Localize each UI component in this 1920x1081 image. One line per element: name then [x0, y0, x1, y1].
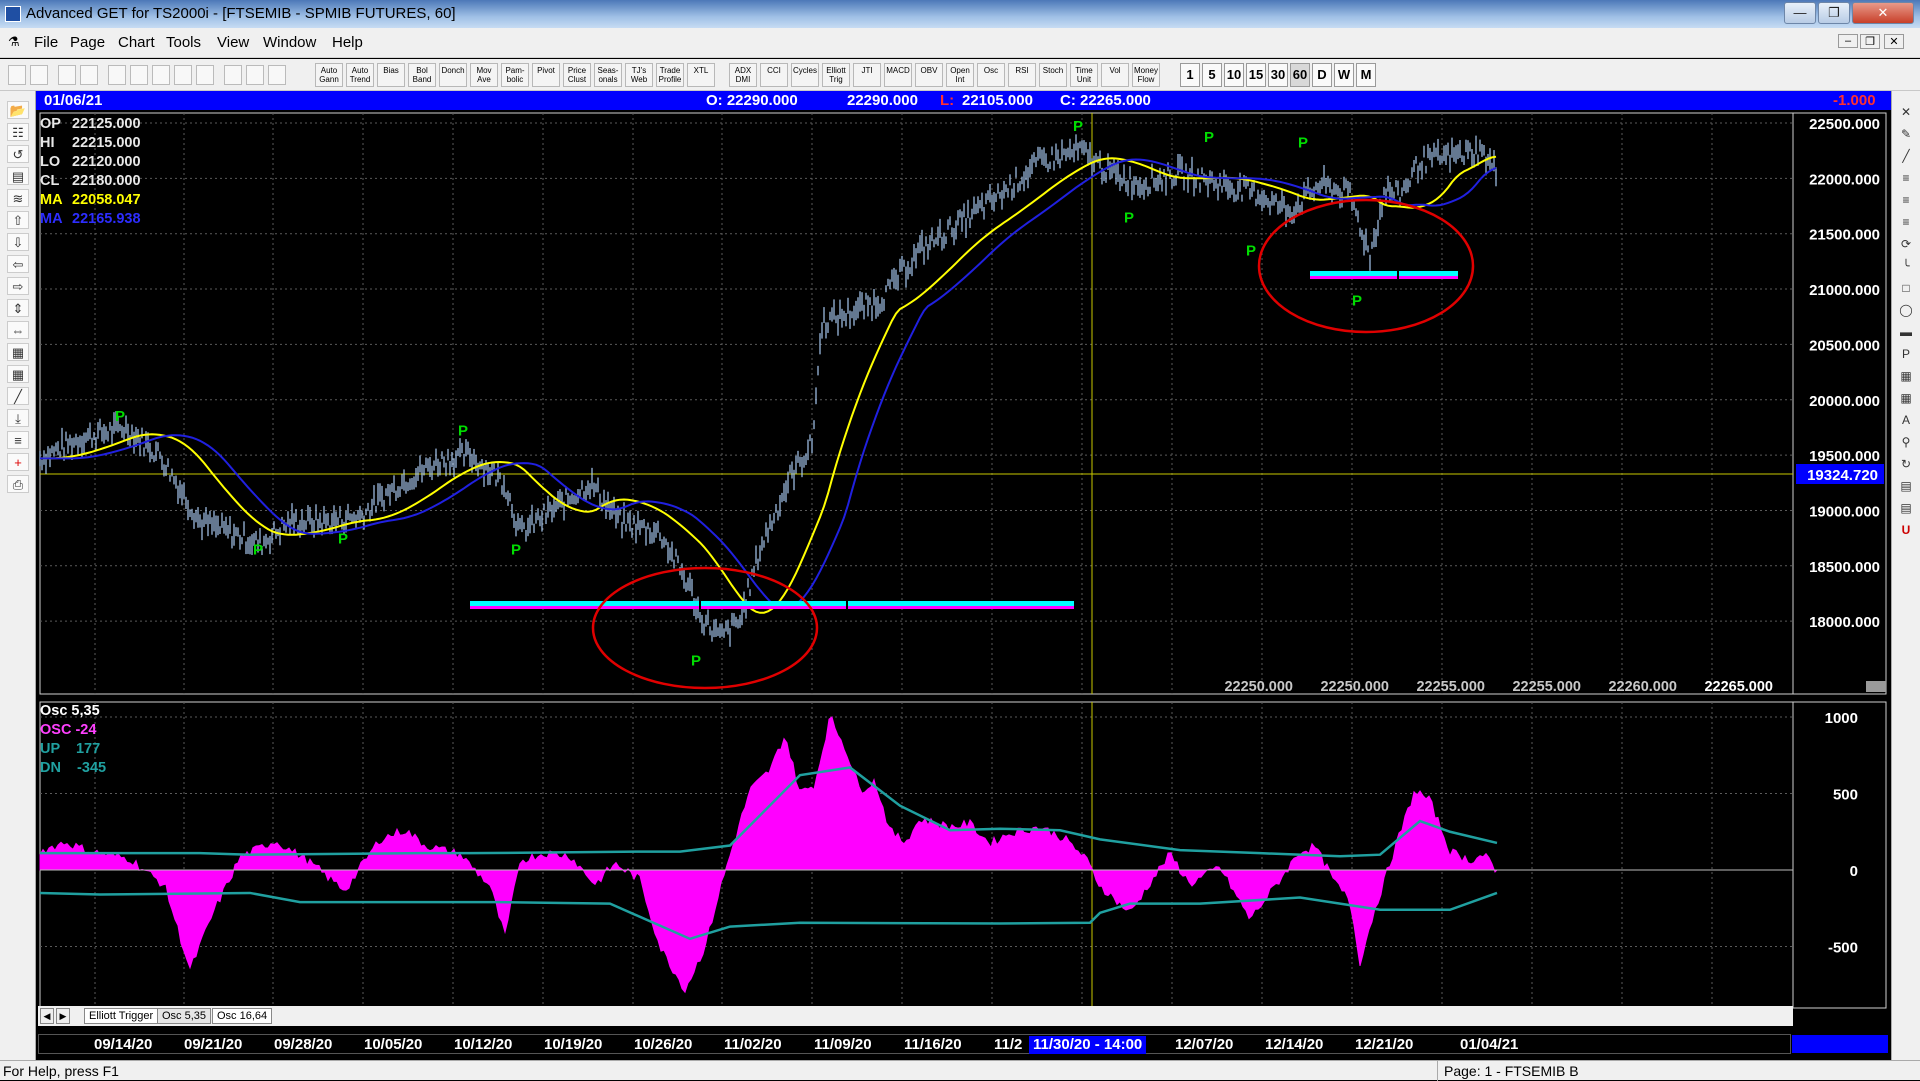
tab-prev-icon[interactable]: ◀ [40, 1008, 54, 1024]
osc-up-value: UP 177 [40, 741, 101, 757]
ohlc-row: CL 22180.000 [40, 172, 141, 191]
pivot-marker: P [338, 531, 348, 548]
y-tick-label: 19000.000 [1809, 503, 1880, 520]
date-label: 11/02/20 [724, 1036, 782, 1053]
ohlc-label: CL [40, 173, 60, 189]
date-label: 12/07/20 [1175, 1036, 1234, 1053]
date-label: 12/21/20 [1355, 1036, 1414, 1053]
bottom-value: 22255.000 [1416, 679, 1485, 695]
ohlc-label: HI [40, 135, 55, 151]
ohlc-label: OP [40, 116, 61, 132]
tab-next-icon[interactable]: ▶ [56, 1008, 70, 1024]
osc-tick-label: 500 [1833, 787, 1858, 804]
ohlc-row: LO 22120.000 [40, 153, 141, 172]
pivot-marker: P [691, 652, 701, 669]
date-axis: 09/14/20 09/21/20 09/28/20 10/05/20 10/12/20… [38, 1034, 1888, 1054]
osc-dn-value: DN -345 [40, 760, 107, 776]
y-tick-label: 18500.000 [1809, 559, 1880, 576]
tab-osc-5-35[interactable]: Osc 5,35 [157, 1008, 212, 1024]
ohlc-row: MA 22165.938 [40, 210, 141, 229]
date-label: 11/2 [994, 1036, 1023, 1053]
pivot-marker: P [1204, 129, 1214, 146]
status-page: Page: 1 - FTSEMIB B [1437, 1061, 1579, 1081]
y-tick-label: 22500.000 [1809, 116, 1880, 133]
tab-osc-16-64[interactable]: Osc 16,64 [212, 1008, 273, 1024]
ohlc-value: 22215.000 [72, 135, 141, 151]
pivot-marker: P [511, 542, 521, 559]
date-cursor-label: 11/30/20 - 14:00 [1029, 1036, 1147, 1054]
target-band-magenta [470, 606, 1074, 609]
y-tick-label: 18000.000 [1809, 614, 1880, 631]
bottom-value: 22255.000 [1512, 679, 1581, 695]
ohlc-row: MA 22058.047 [40, 191, 141, 210]
date-label: 12/14/20 [1265, 1036, 1324, 1053]
bottom-value: 22250.000 [1320, 679, 1389, 695]
pivot-marker: P [1298, 135, 1308, 152]
date-label: 01/04/21 [1460, 1036, 1519, 1053]
ohlc-label: MA [40, 192, 63, 208]
bottom-value: 22250.000 [1224, 679, 1293, 695]
pivot-marker: P [1246, 243, 1256, 260]
pivot-marker: P [253, 542, 263, 559]
osc-tick-label: 0 [1850, 863, 1858, 880]
status-bar: For Help, press F1 Page: 1 - FTSEMIB B [0, 1060, 1920, 1081]
osc-tick-label: -500 [1828, 940, 1858, 957]
bottom-value: 22260.000 [1608, 679, 1677, 695]
date-label: 10/26/20 [634, 1036, 693, 1053]
y-tick-label: 21000.000 [1809, 282, 1880, 299]
target-band-2-magenta [1310, 276, 1458, 279]
ohlc-label: MA [40, 211, 63, 227]
y-tick-label: 20500.000 [1809, 337, 1880, 354]
target-band-2 [1310, 271, 1458, 276]
ohlc-value: 22120.000 [72, 154, 141, 170]
ohlc-value: 22165.938 [72, 211, 141, 227]
osc-tick-label: 1000 [1825, 710, 1858, 727]
pivot-marker: P [115, 408, 125, 425]
indicator-tabs: ◀ ▶ Elliott Trigger Osc 5,35 Osc 16,64 [38, 1006, 1793, 1026]
ohlc-row: OP 22125.000 [40, 115, 141, 134]
expand-icon [1866, 681, 1886, 692]
pivot-marker: P [458, 423, 468, 440]
ohlc-value: 22058.047 [72, 192, 141, 208]
date-label: 09/28/20 [274, 1036, 333, 1053]
ohlc-label: LO [40, 154, 61, 170]
y-tick-label: 22000.000 [1809, 171, 1880, 188]
date-label: 11/09/20 [814, 1036, 872, 1053]
bottom-value: 22265.000 [1704, 679, 1773, 695]
target-band [470, 601, 1074, 606]
date-label: 10/05/20 [364, 1036, 423, 1053]
osc-value: OSC -24 [40, 722, 97, 738]
ohlc-row: HI 22215.000 [40, 134, 141, 153]
cursor-value: 19324.720 [1807, 467, 1878, 484]
y-tick-label: 21500.000 [1809, 227, 1880, 244]
date-label: 10/12/20 [454, 1036, 513, 1053]
osc-scale [1792, 701, 1887, 1009]
date-label: 11/16/20 [904, 1036, 962, 1053]
osc-title: Osc 5,35 [40, 703, 100, 719]
pivot-marker: P [1124, 209, 1134, 226]
status-help: For Help, press F1 [3, 1063, 119, 1079]
chart-area[interactable]: 22500.000 22000.000 21500.000 21000.000 2050… [0, 0, 1920, 1080]
date-label: 10/19/20 [544, 1036, 603, 1053]
date-label: 09/21/20 [184, 1036, 243, 1053]
ohlc-value: 22180.000 [72, 173, 141, 189]
y-tick-label: 19500.000 [1809, 448, 1880, 465]
date-label: 09/14/20 [94, 1036, 153, 1053]
pivot-marker: P [1073, 118, 1083, 135]
date-axis-end-block [1792, 1035, 1888, 1053]
tab-elliott-trigger[interactable]: Elliott Trigger [84, 1008, 159, 1024]
y-tick-label: 20000.000 [1809, 393, 1880, 410]
ohlc-value: 22125.000 [72, 116, 141, 132]
pivot-marker: P [1352, 293, 1362, 310]
